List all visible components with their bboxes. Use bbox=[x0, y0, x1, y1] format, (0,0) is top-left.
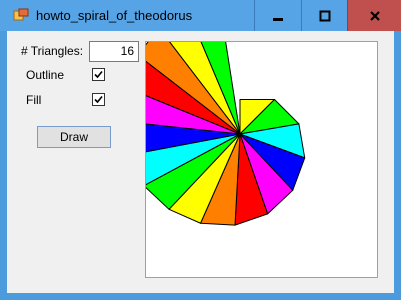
drawing-canvas bbox=[145, 41, 378, 278]
minimize-button[interactable] bbox=[254, 0, 301, 31]
client-area: # Triangles: 16 Outline Fill Draw bbox=[7, 31, 394, 293]
checkmark-icon bbox=[94, 70, 103, 79]
app-window: howto_spiral_of_theodorus # Triangles: 1… bbox=[0, 0, 401, 300]
title-bar[interactable]: howto_spiral_of_theodorus bbox=[0, 0, 401, 31]
checkmark-icon bbox=[94, 95, 103, 104]
maximize-icon bbox=[319, 10, 331, 21]
close-button[interactable] bbox=[347, 0, 401, 31]
outline-checkbox[interactable] bbox=[92, 68, 105, 81]
outline-label: Outline bbox=[26, 68, 65, 82]
draw-button[interactable]: Draw bbox=[37, 126, 111, 148]
minimize-icon bbox=[273, 17, 283, 21]
triangles-input[interactable]: 16 bbox=[89, 41, 139, 62]
triangles-label: # Triangles: bbox=[21, 44, 84, 58]
fill-checkbox[interactable] bbox=[92, 93, 105, 106]
window-title: howto_spiral_of_theodorus bbox=[36, 8, 193, 23]
spiral-drawing bbox=[146, 42, 306, 226]
maximize-button[interactable] bbox=[301, 0, 348, 31]
close-icon bbox=[370, 10, 380, 21]
fill-label: Fill bbox=[26, 93, 42, 107]
app-icon bbox=[13, 8, 29, 21]
